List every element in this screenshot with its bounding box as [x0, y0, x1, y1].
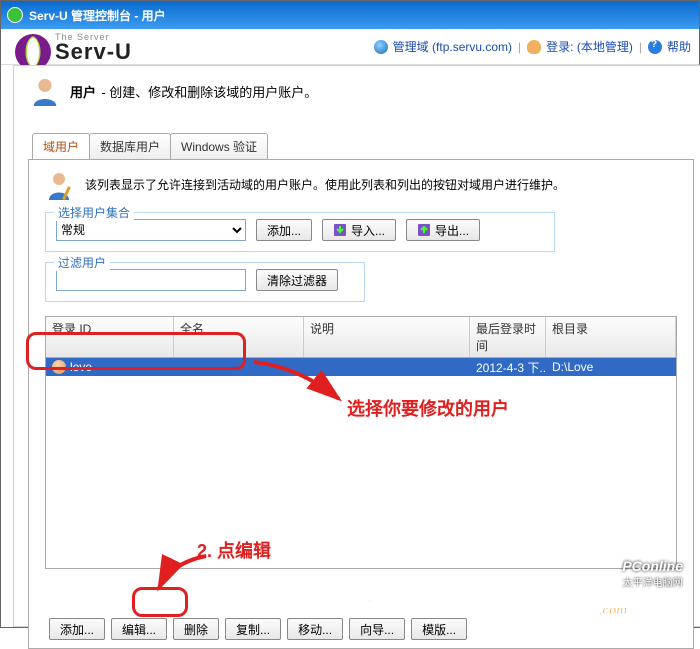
edit-button[interactable]: 编辑...: [111, 618, 167, 640]
export-button[interactable]: 导出...: [406, 219, 480, 241]
clear-filter-button[interactable]: 清除过滤器: [256, 269, 338, 291]
filter-legend: 过滤用户: [54, 254, 110, 271]
tab-panel: 该列表显示了允许连接到活动域的用户账户。使用此列表和列出的按钮对域用户进行维护。…: [28, 159, 694, 649]
grid-header: 登录 ID 全名 说明 最后登录时间 根目录: [46, 317, 676, 358]
content-area: 用户 - 创建、修改和删除该域的用户账户。 域用户 数据库用户 Windows …: [13, 65, 700, 627]
wizard-user-icon: [45, 170, 77, 202]
add-button[interactable]: 添加...: [49, 618, 105, 640]
wizard-button[interactable]: 向导...: [349, 618, 405, 640]
manage-domain-link[interactable]: 管理域 (ftp.servu.com): [393, 38, 512, 55]
separator: |: [639, 40, 642, 54]
bottom-toolbar: 添加... 编辑... 删除 复制... 移动... 向导... 模版...: [49, 618, 467, 640]
top-links: 管理域 (ftp.servu.com) | 登录: (本地管理) | 帮助: [374, 38, 691, 55]
page-header: 用户 - 创建、修改和删除该域的用户账户。: [30, 76, 694, 106]
import-button[interactable]: 导入...: [322, 219, 396, 241]
collection-fieldset: 选择用户集合 常规 添加... 导入... 导出...: [45, 212, 555, 252]
tab-windows-auth[interactable]: Windows 验证: [170, 133, 268, 160]
intro-row: 该列表显示了允许连接到活动域的用户账户。使用此列表和列出的按钮对域用户进行维护。: [45, 170, 677, 202]
col-root-dir[interactable]: 根目录: [546, 317, 676, 357]
export-icon: [417, 223, 431, 237]
page-subtitle: - 创建、修改和删除该域的用户账户。: [101, 85, 317, 100]
page-title: 用户: [70, 85, 96, 100]
table-row[interactable]: love 2012-4-3 下... D:\Love: [46, 358, 676, 376]
help-icon: [648, 40, 662, 54]
cell-root: D:\Love: [546, 360, 676, 374]
col-description[interactable]: 说明: [304, 317, 470, 357]
cell-login: love: [70, 360, 92, 374]
logo: The Server Serv-U: [13, 22, 132, 72]
grid-body: love 2012-4-3 下... D:\Love: [46, 358, 676, 568]
row-user-icon: [52, 360, 66, 374]
delete-button[interactable]: 删除: [173, 618, 219, 640]
help-link[interactable]: 帮助: [667, 38, 691, 55]
users-grid: 登录 ID 全名 说明 最后登录时间 根目录 love 2012-4-3 下..…: [45, 316, 677, 569]
copy-button[interactable]: 复制...: [225, 618, 281, 640]
user-icon: [30, 76, 60, 106]
tab-database-users[interactable]: 数据库用户: [89, 133, 171, 160]
filter-fieldset: 过滤用户 清除过滤器: [45, 262, 365, 302]
person-icon: [527, 40, 541, 54]
intro-text: 该列表显示了允许连接到活动域的用户账户。使用此列表和列出的按钮对域用户进行维护。: [85, 170, 565, 193]
collection-add-button[interactable]: 添加...: [256, 219, 312, 241]
template-button[interactable]: 模版...: [411, 618, 467, 640]
col-full-name[interactable]: 全名: [174, 317, 304, 357]
tab-bar: 域用户 数据库用户 Windows 验证: [32, 133, 694, 160]
col-login-id[interactable]: 登录 ID: [46, 317, 174, 357]
logo-title: Serv-U: [55, 42, 132, 62]
tab-domain-users[interactable]: 域用户: [32, 133, 90, 160]
cell-last: 2012-4-3 下...: [470, 359, 546, 376]
login-link[interactable]: 登录: (本地管理): [546, 38, 633, 55]
import-icon: [333, 223, 347, 237]
globe-icon: [374, 40, 388, 54]
move-button[interactable]: 移动...: [287, 618, 343, 640]
col-last-login[interactable]: 最后登录时间: [470, 317, 546, 357]
top-strip: The Server Serv-U 管理域 (ftp.servu.com) | …: [1, 29, 699, 65]
collection-select[interactable]: 常规: [56, 219, 246, 241]
filter-input[interactable]: [56, 269, 246, 291]
collection-legend: 选择用户集合: [54, 204, 134, 221]
separator: |: [518, 40, 521, 54]
